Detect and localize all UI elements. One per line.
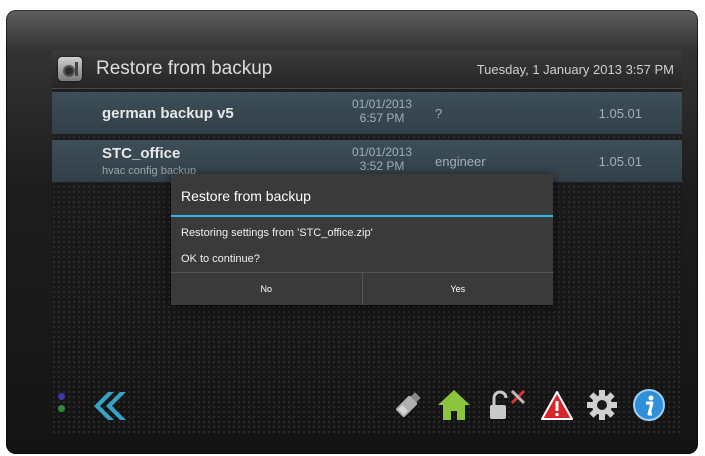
backup-user: ? [435, 106, 443, 121]
info-icon[interactable] [632, 388, 666, 422]
page-title: Restore from backup [96, 58, 273, 79]
yes-button[interactable]: Yes [361, 273, 553, 305]
warning-icon[interactable] [540, 389, 574, 423]
backup-name: STC_office [102, 145, 181, 162]
backup-date: 01/01/2013 [351, 145, 413, 159]
dialog-message: Restoring settings from 'STC_office.zip' [181, 227, 373, 239]
settings-icon[interactable] [586, 389, 618, 421]
status-led [58, 405, 65, 412]
backup-datetime: 01/01/2013 6:57 PM [327, 97, 437, 125]
datetime: Tuesday, 1 January 2013 3:57 PM [476, 62, 674, 77]
bezel-highlight [6, 10, 698, 50]
unlock-tools-icon[interactable] [486, 385, 530, 425]
backup-user: engineer [435, 154, 486, 169]
safe-icon [58, 57, 82, 81]
status-led [58, 393, 65, 400]
backup-datetime: 01/01/2013 3:52 PM [327, 145, 437, 173]
backup-time: 3:52 PM [359, 159, 405, 173]
dialog-divider [171, 215, 553, 217]
backup-version: 1.05.01 [598, 154, 642, 169]
no-button[interactable]: No [171, 273, 362, 305]
backup-date: 01/01/2013 [351, 97, 413, 111]
title-bar: Restore from backup Tuesday, 1 January 2… [52, 50, 682, 89]
backup-time: 6:57 PM [359, 111, 405, 125]
back-icon[interactable] [88, 389, 128, 423]
dialog-button-bar: No Yes [171, 272, 553, 305]
status-leds [58, 393, 68, 423]
dialog-question: OK to continue? [181, 253, 260, 265]
usb-drive-icon[interactable] [390, 387, 426, 423]
backup-version: 1.05.01 [598, 106, 642, 121]
home-icon[interactable] [436, 387, 472, 423]
restore-dialog: Restore from backup Restoring settings f… [171, 174, 553, 305]
backup-name: german backup v5 [102, 105, 234, 122]
bottom-toolbar [52, 385, 682, 435]
dialog-title: Restore from backup [181, 188, 311, 204]
backup-row[interactable]: german backup v5 01/01/2013 6:57 PM ? 1.… [52, 92, 682, 135]
